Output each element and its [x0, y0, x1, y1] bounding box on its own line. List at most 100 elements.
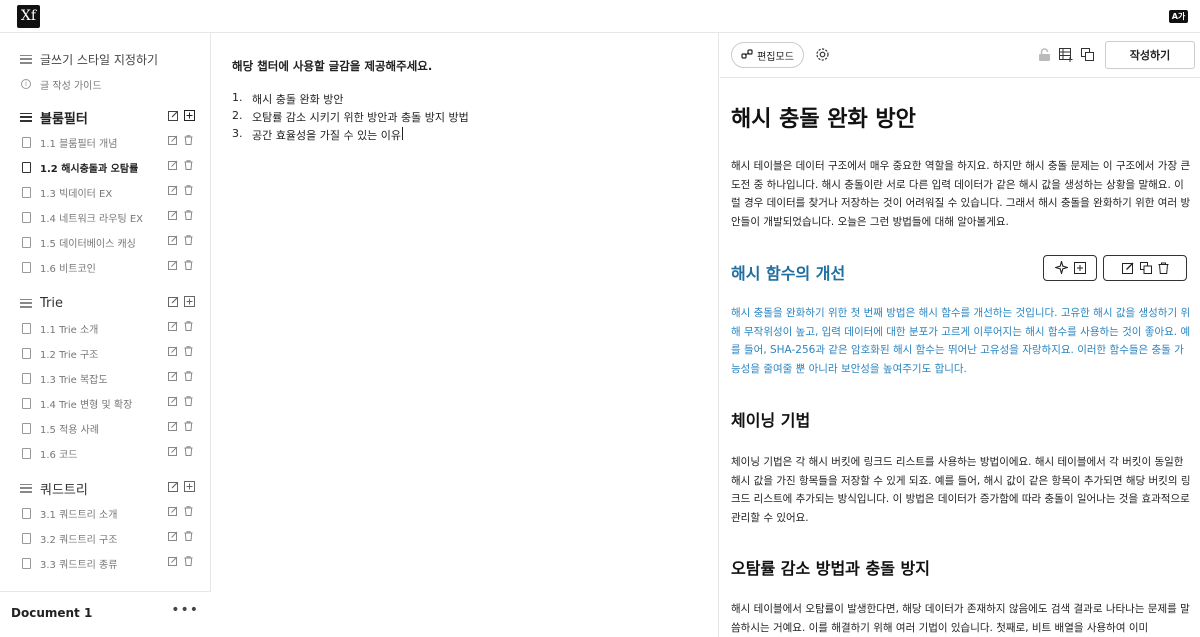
trash-icon[interactable] [184, 556, 195, 567]
sidebar-subitem[interactable]: 3.2 쿼드트리 구조 [0, 527, 211, 549]
edit-mode-button[interactable]: 편집모드 [731, 42, 804, 68]
edit-icon[interactable] [168, 260, 179, 271]
edit-icon[interactable] [168, 421, 179, 432]
trash-icon[interactable] [184, 321, 195, 332]
trash-icon[interactable] [184, 210, 195, 221]
trash-icon[interactable] [184, 371, 195, 382]
trash-icon[interactable] [184, 160, 195, 171]
sidebar-subitem-label: 1.3 빅데이터 EX [40, 188, 113, 200]
language-toggle-icon[interactable]: A가 [1169, 10, 1188, 23]
item-actions [168, 235, 195, 246]
add-icon[interactable] [184, 296, 195, 307]
gear-icon[interactable] [815, 47, 830, 66]
item-actions [168, 210, 195, 221]
sidebar-subitem-label: 1.6 코드 [40, 449, 78, 461]
edit-icon[interactable] [168, 556, 179, 567]
edit-icon[interactable] [168, 185, 179, 196]
edit-icon[interactable] [168, 346, 179, 357]
more-options-icon[interactable]: ••• [171, 602, 199, 618]
sidebar-subitem[interactable]: 1.3 빅데이터 EX [0, 181, 211, 203]
edit-mode-label: 편집모드 [757, 51, 794, 63]
sidebar: 글쓰기 스타일 지정하기 i 글 작성 가이드 블룸필터 1.1 블룸필터 개념… [0, 33, 211, 637]
sidebar-group-trie[interactable]: Trie [0, 292, 211, 314]
edit-icon[interactable] [168, 506, 179, 517]
sidebar-subitem-label: 1.6 비트코인 [40, 263, 96, 275]
preview-heading-2: 체이닝 기법 [731, 411, 811, 430]
item-actions [168, 135, 195, 146]
edit-icon[interactable] [168, 481, 179, 492]
trash-icon[interactable] [184, 235, 195, 246]
sidebar-item-label: 글쓰기 스타일 지정하기 [40, 52, 159, 67]
edit-icon[interactable] [168, 296, 179, 307]
add-icon[interactable] [184, 110, 195, 121]
item-actions [168, 321, 195, 332]
trash-icon[interactable] [184, 260, 195, 271]
document-icon [18, 186, 34, 198]
menu-icon [18, 483, 34, 493]
sidebar-item-writing-guide[interactable]: i 글 작성 가이드 [0, 73, 211, 95]
add-icon[interactable] [184, 481, 195, 492]
list-item: 3. 공간 효율성을 가질 수 있는 이유 [232, 127, 404, 142]
app-logo[interactable]: Xf [17, 5, 40, 28]
trash-icon[interactable] [1158, 259, 1169, 278]
sidebar-subitem[interactable]: 1.5 데이터베이스 캐싱 [0, 231, 211, 253]
menu-icon [18, 112, 34, 122]
trash-icon[interactable] [184, 396, 195, 407]
edit-icon[interactable] [1121, 259, 1134, 278]
edit-icon[interactable] [168, 371, 179, 382]
add-section-icon[interactable] [1073, 259, 1086, 278]
sidebar-subitem[interactable]: 1.1 Trie 소개 [0, 317, 211, 339]
sidebar-subitem-label: 1.3 Trie 복잡도 [40, 374, 108, 386]
lock-icon[interactable] [1038, 47, 1051, 66]
preview-heading-2-selected[interactable]: 해시 함수의 개선 [731, 260, 845, 284]
sidebar-subitem[interactable]: 1.1 블룸필터 개념 [0, 131, 211, 153]
copy-icon[interactable] [1081, 47, 1095, 66]
sidebar-subitem[interactable]: 1.6 비트코인 [0, 256, 211, 278]
edit-icon[interactable] [168, 135, 179, 146]
trash-icon[interactable] [184, 185, 195, 196]
sidebar-group-quadtree[interactable]: 쿼드트리 [0, 477, 211, 499]
info-icon: i [18, 79, 34, 89]
menu-icon [18, 298, 34, 308]
document-name[interactable]: Document 1 [11, 606, 92, 620]
item-actions [168, 260, 195, 271]
copy-icon[interactable] [1139, 259, 1152, 278]
sidebar-subitem[interactable]: 1.4 Trie 변형 및 확장 [0, 392, 211, 414]
sidebar-item-writing-style[interactable]: 글쓰기 스타일 지정하기 [0, 48, 211, 70]
sidebar-group-bloomfilter[interactable]: 블룸필터 [0, 106, 211, 128]
sidebar-subitem[interactable]: 1.2 Trie 구조 [0, 342, 211, 364]
sidebar-subitem[interactable]: 3.1 쿼드트리 소개 [0, 502, 211, 524]
item-actions [168, 396, 195, 407]
sidebar-subitem[interactable]: 3.3 쿼드트리 종류 [0, 552, 211, 574]
document-icon [18, 136, 34, 148]
sidebar-subitem[interactable]: 1.4 네트워크 라우팅 EX [0, 206, 211, 228]
preview-paragraph: 체이닝 기법은 각 해시 버킷에 링크드 리스트를 사용하는 방법이에요. 해시… [731, 456, 1191, 524]
trash-icon[interactable] [184, 531, 195, 542]
edit-icon[interactable] [168, 160, 179, 171]
trash-icon[interactable] [184, 446, 195, 457]
edit-icon[interactable] [168, 446, 179, 457]
trash-icon[interactable] [184, 346, 195, 357]
sidebar-footer: Document 1 ••• [0, 591, 211, 637]
edit-icon[interactable] [168, 396, 179, 407]
sidebar-subitem[interactable]: 1.3 Trie 복잡도 [0, 367, 211, 389]
table-add-icon[interactable] [1059, 47, 1073, 66]
sidebar-subitem[interactable]: 1.6 코드 [0, 442, 211, 464]
sidebar-subitem[interactable]: 1.2 해시충돌과 오탐률 [0, 156, 211, 178]
trash-icon[interactable] [184, 506, 195, 517]
trash-icon[interactable] [184, 421, 195, 432]
edit-icon[interactable] [168, 210, 179, 221]
editor-pane[interactable]: 해당 챕터에 사용할 글감을 제공해주세요. 1. 해시 충돌 완화 방안 2. 오… [211, 33, 719, 637]
edit-icon[interactable] [168, 321, 179, 332]
preview-heading-1: 해시 충돌 완화 방안 [731, 107, 916, 132]
edit-icon[interactable] [168, 531, 179, 542]
group-label: 쿼드트리 [40, 482, 88, 498]
sparkle-icon[interactable] [1052, 258, 1070, 278]
edit-icon[interactable] [168, 110, 179, 121]
sidebar-subitem[interactable]: 1.5 적용 사례 [0, 417, 211, 439]
document-icon [18, 211, 34, 223]
edit-icon[interactable] [168, 235, 179, 246]
editor-list[interactable]: 1. 해시 충돌 완화 방안 2. 오탐률 감소 시키기 위한 방안과 충돌 방지 … [232, 91, 469, 145]
write-button[interactable]: 작성하기 [1105, 41, 1195, 69]
trash-icon[interactable] [184, 135, 195, 146]
